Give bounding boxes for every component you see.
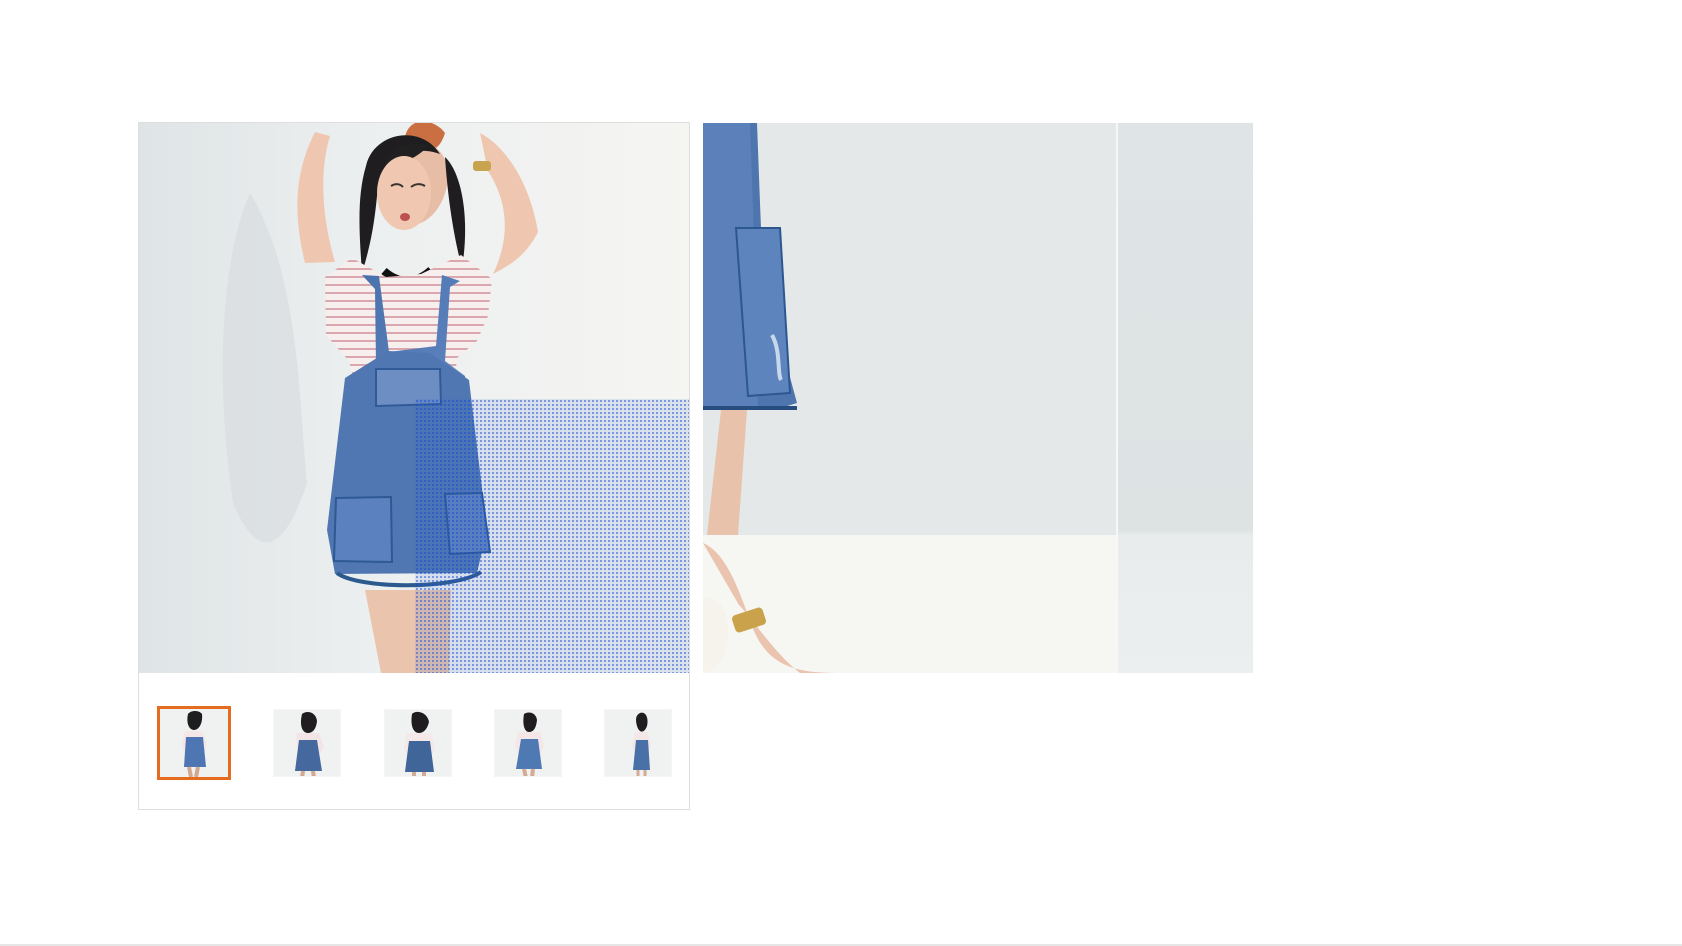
denim-dress-pose-thumbnail-icon [494,710,561,776]
thumbnail-5[interactable] [604,709,672,777]
zoom-preview-shadow-panel [1116,123,1253,673]
thumbnail-4[interactable] [493,709,562,777]
product-gallery [138,122,690,810]
denim-dress-hair-touch-thumbnail-icon [274,710,341,776]
main-product-image[interactable] [139,123,689,673]
denim-dress-side-thumbnail-icon [605,710,671,776]
thumbnail-1[interactable] [157,706,231,780]
denim-dress-front-thumbnail-icon [160,709,228,777]
thumbnail-3[interactable] [383,709,452,777]
denim-overall-dress-photo-icon [139,123,689,673]
denim-dress-standing-thumbnail-icon [384,710,451,776]
product-image-viewer-page [0,0,1682,946]
thumbnail-2[interactable] [273,709,342,777]
thumbnail-strip [157,705,672,781]
zoom-preview-pane [703,123,1253,673]
